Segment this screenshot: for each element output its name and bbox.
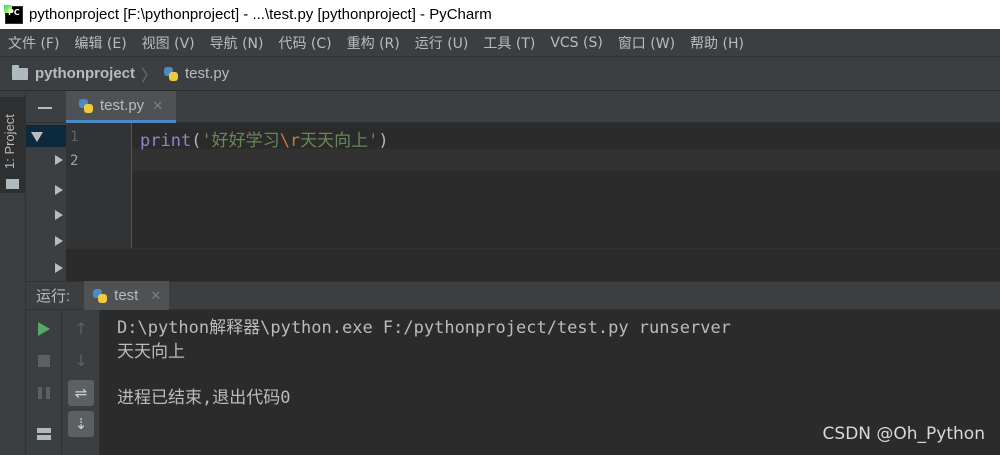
menu-edit[interactable]: 编辑 (E) xyxy=(74,33,126,53)
menu-view[interactable]: 视图 (V) xyxy=(142,33,195,53)
project-tool-tab-label: 1: Project xyxy=(2,114,17,169)
project-tool-tab[interactable]: 1: Project xyxy=(0,97,25,193)
tree-expand-icon[interactable] xyxy=(31,132,43,142)
python-file-icon xyxy=(163,66,179,82)
menu-bar: 文件 (F) 编辑 (E) 视图 (V) 导航 (N) 代码 (C) 重构 (R… xyxy=(0,29,1000,57)
tab-label: test.py xyxy=(100,97,145,114)
python-file-icon xyxy=(78,98,94,114)
watermark: CSDN @Oh_Python xyxy=(822,424,985,444)
menu-run[interactable]: 运行 (U) xyxy=(415,33,469,53)
editor-footer xyxy=(66,248,1000,281)
menu-navigate[interactable]: 导航 (N) xyxy=(210,33,264,53)
soft-wrap-button[interactable]: ⇌ xyxy=(68,380,94,406)
close-icon[interactable]: ✕ xyxy=(150,288,161,304)
console-line: D:\python解释器\python.exe F:/pythonproject… xyxy=(117,318,731,338)
rerun-button[interactable] xyxy=(32,317,56,341)
arrow-up-icon: ↑ xyxy=(74,318,88,338)
minimize-icon[interactable] xyxy=(38,107,52,109)
close-icon[interactable]: ✕ xyxy=(152,98,163,114)
project-panel xyxy=(26,91,66,281)
soft-wrap-icon: ⇌ xyxy=(74,384,88,402)
menu-window[interactable]: 窗口 (W) xyxy=(618,33,675,53)
menu-code[interactable]: 代码 (C) xyxy=(278,33,331,53)
menu-refactor[interactable]: 重构 (R) xyxy=(347,33,400,53)
current-line-highlight xyxy=(132,149,1000,171)
editor-tab-bar: test.py ✕ xyxy=(66,91,1000,123)
tree-collapse-icon[interactable] xyxy=(55,185,63,195)
tab-test-py[interactable]: test.py ✕ xyxy=(66,91,176,123)
code-editor[interactable]: print('好好学习\r天天向上') xyxy=(132,123,1000,248)
tree-collapse-icon[interactable] xyxy=(55,155,63,165)
stop-button[interactable] xyxy=(32,349,56,373)
tree-collapse-icon[interactable] xyxy=(55,236,63,246)
run-toolbar-secondary: ↑ ↓ ⇌ ⇣ xyxy=(62,310,100,455)
console-line: 进程已结束,退出代码0 xyxy=(117,388,291,408)
project-panel-header xyxy=(26,91,66,123)
next-occurrence-button[interactable]: ↓ xyxy=(69,348,93,372)
pause-button[interactable] xyxy=(32,381,56,405)
menu-help[interactable]: 帮助 (H) xyxy=(690,33,744,53)
layout-icon xyxy=(37,428,51,440)
tree-collapse-icon[interactable] xyxy=(55,210,63,220)
run-tool-title: 运行: xyxy=(36,288,71,305)
play-icon xyxy=(38,322,50,336)
code-token-string: '好好学习 xyxy=(201,131,280,151)
line-number: 1 xyxy=(70,129,79,145)
scroll-to-end-button[interactable]: ⇣ xyxy=(68,411,94,437)
code-line[interactable]: print('好好学习\r天天向上') xyxy=(140,126,389,151)
line-number: 2 xyxy=(70,153,79,169)
pycharm-logo-icon: PC xyxy=(4,4,23,24)
menu-vcs[interactable]: VCS (S) xyxy=(550,35,603,51)
breadcrumb-file[interactable]: test.py xyxy=(185,65,229,82)
left-tool-strip: 1: Project xyxy=(0,91,26,455)
code-token-escape: \r xyxy=(279,131,301,151)
scroll-to-end-icon: ⇣ xyxy=(74,415,88,433)
arrow-down-icon: ↓ xyxy=(74,350,88,370)
code-token-paren: ) xyxy=(378,131,389,151)
folder-icon xyxy=(6,179,19,189)
menu-tools[interactable]: 工具 (T) xyxy=(483,33,535,53)
run-tab-label: test xyxy=(114,287,139,304)
window-title: pythonproject [F:\pythonproject] - ...\t… xyxy=(29,6,492,23)
code-token-func: print xyxy=(140,131,192,151)
run-toolbar xyxy=(26,310,62,455)
breadcrumb: pythonproject 〉 test.py xyxy=(0,57,1000,91)
python-file-icon xyxy=(92,288,108,304)
run-tool-header: 运行: test ✕ xyxy=(26,281,1000,310)
console-line: 天天向上 xyxy=(117,342,185,362)
folder-icon xyxy=(12,64,28,80)
title-bar: PC pythonproject [F:\pythonproject] - ..… xyxy=(0,0,1000,29)
layout-button[interactable] xyxy=(32,422,56,446)
code-token-paren: ( xyxy=(191,131,202,151)
stop-icon xyxy=(38,355,50,367)
breadcrumb-separator: 〉 xyxy=(141,67,158,85)
tree-collapse-icon[interactable] xyxy=(55,263,63,273)
menu-file[interactable]: 文件 (F) xyxy=(8,33,59,53)
previous-occurrence-button[interactable]: ↑ xyxy=(69,316,93,340)
pause-icon xyxy=(38,387,50,399)
breadcrumb-project[interactable]: pythonproject xyxy=(35,65,135,82)
run-tab-test[interactable]: test ✕ xyxy=(84,281,170,310)
line-number-gutter: 1 2 xyxy=(66,123,132,248)
code-token-string: 天天向上' xyxy=(300,131,379,151)
